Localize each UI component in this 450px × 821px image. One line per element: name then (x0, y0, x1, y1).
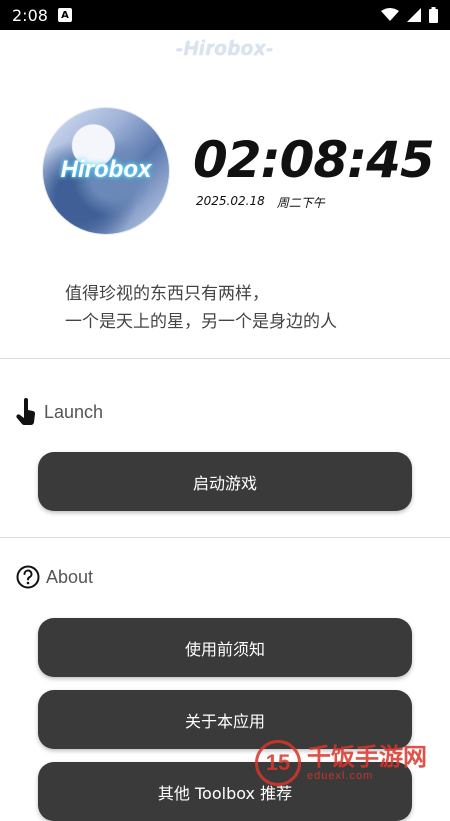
clock-time: 02:08:45 (193, 131, 435, 189)
quote-line-2: 一个是天上的星，另一个是身边的人 (65, 312, 337, 332)
watermark-text: 千饭手游网 eduexl.com (307, 745, 427, 782)
quote-line-1: 值得珍视的东西只有两样， (65, 284, 269, 304)
launch-section-title: Launch (16, 398, 103, 426)
avatar: Hirobox (43, 108, 169, 234)
divider (0, 537, 450, 538)
app-logo: -Hirobox- (176, 38, 274, 60)
clock-weekday: 周二下午 (276, 196, 325, 210)
watermark-main-text: 千饭手游网 (307, 742, 427, 771)
status-bar-left: 2:08 A (12, 6, 72, 25)
cellular-signal-icon (407, 8, 421, 22)
divider (0, 358, 450, 359)
question-circle-icon (16, 565, 40, 589)
watermark-sub-text: eduexl.com (307, 769, 374, 782)
status-bar-right (381, 7, 438, 23)
battery-icon (429, 7, 438, 23)
wifi-icon (381, 8, 399, 21)
usage-notice-button[interactable]: 使用前须知 (38, 618, 412, 677)
date-row: 2025.02.18 周二下午 (196, 194, 325, 211)
about-section-title: About (16, 565, 93, 589)
launch-section-label: Launch (44, 401, 104, 422)
avatar-overlay-text: Hirobox (60, 156, 152, 183)
clock-date: 2025.02.18 (196, 194, 265, 208)
app-notification-icon: A (57, 8, 72, 22)
status-bar: 2:08 A (0, 0, 450, 30)
status-time: 2:08 (12, 5, 48, 25)
quote: 值得珍视的东西只有两样， 一个是天上的星，另一个是身边的人 (65, 280, 425, 336)
touch-icon (16, 398, 36, 425)
site-watermark: 15 千饭手游网 eduexl.com (255, 740, 427, 786)
about-section-label: About (46, 566, 94, 587)
launch-game-button[interactable]: 启动游戏 (38, 452, 412, 511)
watermark-logo-icon: 15 (255, 740, 301, 786)
